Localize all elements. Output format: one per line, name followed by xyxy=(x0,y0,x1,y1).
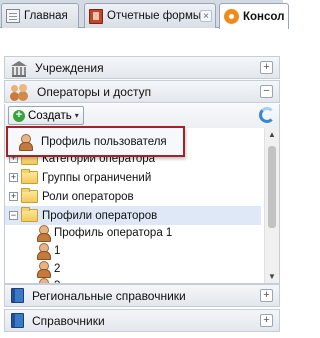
tab-report-forms-label: Отчетные формы xyxy=(107,10,202,22)
book-icon xyxy=(11,288,24,303)
tree-item-operator-profile-1[interactable]: Профиль оператора 1 xyxy=(5,223,261,242)
expand-icon[interactable]: + xyxy=(9,173,18,182)
tree-item-label: 2 xyxy=(54,262,61,275)
tab-home[interactable]: Главная xyxy=(1,3,79,28)
tree-item-label: Профиль оператора 1 xyxy=(54,226,173,239)
tree-item-label: Роли операторов xyxy=(42,190,134,203)
tab-console[interactable]: Консол xyxy=(219,3,289,29)
create-button[interactable]: + Создать ▾ xyxy=(8,106,84,125)
scroll-down-icon[interactable]: ▼ xyxy=(267,272,277,282)
tree-item-label: Профили операторов xyxy=(42,209,158,222)
tab-console-label: Консол xyxy=(243,10,285,23)
accordion-operators[interactable]: Операторы и доступ − xyxy=(4,80,280,103)
tree-item-restriction-groups[interactable]: + Группы ограничений xyxy=(5,168,261,187)
accordion-regional-label: Региональные справочники xyxy=(32,288,186,303)
accordion-regional-directories[interactable]: Региональные справочники + xyxy=(4,284,280,307)
user-icon xyxy=(36,242,51,260)
tree-item-profile-3[interactable]: 3 xyxy=(5,276,261,283)
tree-item-label: Группы ограничений xyxy=(42,171,152,184)
folder-icon xyxy=(21,169,38,184)
scroll-up-icon[interactable]: ▲ xyxy=(267,130,277,140)
user-icon xyxy=(36,260,51,278)
book-icon xyxy=(11,313,24,328)
tree-scrollbar[interactable]: ▲ ▼ xyxy=(264,128,279,283)
create-button-label: Создать xyxy=(28,109,72,122)
expand-icon[interactable]: + xyxy=(260,61,273,74)
refresh-icon[interactable] xyxy=(259,107,275,123)
accordion-directories[interactable]: Справочники + xyxy=(4,309,280,332)
tab-home-label: Главная xyxy=(24,10,68,22)
collapse-icon[interactable]: − xyxy=(260,85,273,98)
tab-bar: Главная Отчетные формы × Консол xyxy=(0,0,289,29)
user-icon xyxy=(18,133,33,151)
expand-icon[interactable]: + xyxy=(9,192,18,201)
user-icon xyxy=(36,224,51,242)
tree-item-profile-1[interactable]: 1 xyxy=(5,241,261,260)
folder-open-icon xyxy=(21,207,38,222)
accordion-operators-label: Операторы и доступ xyxy=(37,84,152,99)
console-icon xyxy=(224,9,239,24)
users-icon xyxy=(11,84,29,99)
create-menu: Профиль пользователя xyxy=(6,126,185,157)
collapse-icon[interactable]: − xyxy=(9,211,18,220)
accordion-institutions[interactable]: Учреждения + xyxy=(4,56,280,79)
folder-icon xyxy=(21,188,38,203)
toolbar: + Создать ▾ xyxy=(4,104,280,128)
scrollbar-thumb[interactable] xyxy=(268,146,276,228)
book-icon xyxy=(89,8,103,24)
expand-icon[interactable]: + xyxy=(260,289,273,302)
tree-item-label: 1 xyxy=(54,244,61,257)
accordion-directories-label: Справочники xyxy=(32,313,105,328)
menu-item-user-profile[interactable]: Профиль пользователя xyxy=(41,136,167,148)
document-icon xyxy=(6,9,20,23)
close-icon[interactable]: × xyxy=(200,10,212,22)
expand-icon[interactable]: + xyxy=(260,314,273,327)
chevron-down-icon: ▾ xyxy=(74,111,79,120)
tree-item-operator-roles[interactable]: + Роли операторов xyxy=(5,187,261,206)
accordion-institutions-label: Учреждения xyxy=(35,60,104,75)
institution-icon xyxy=(11,60,27,77)
tab-report-forms[interactable]: Отчетные формы × xyxy=(84,3,216,28)
plus-icon: + xyxy=(13,109,25,122)
